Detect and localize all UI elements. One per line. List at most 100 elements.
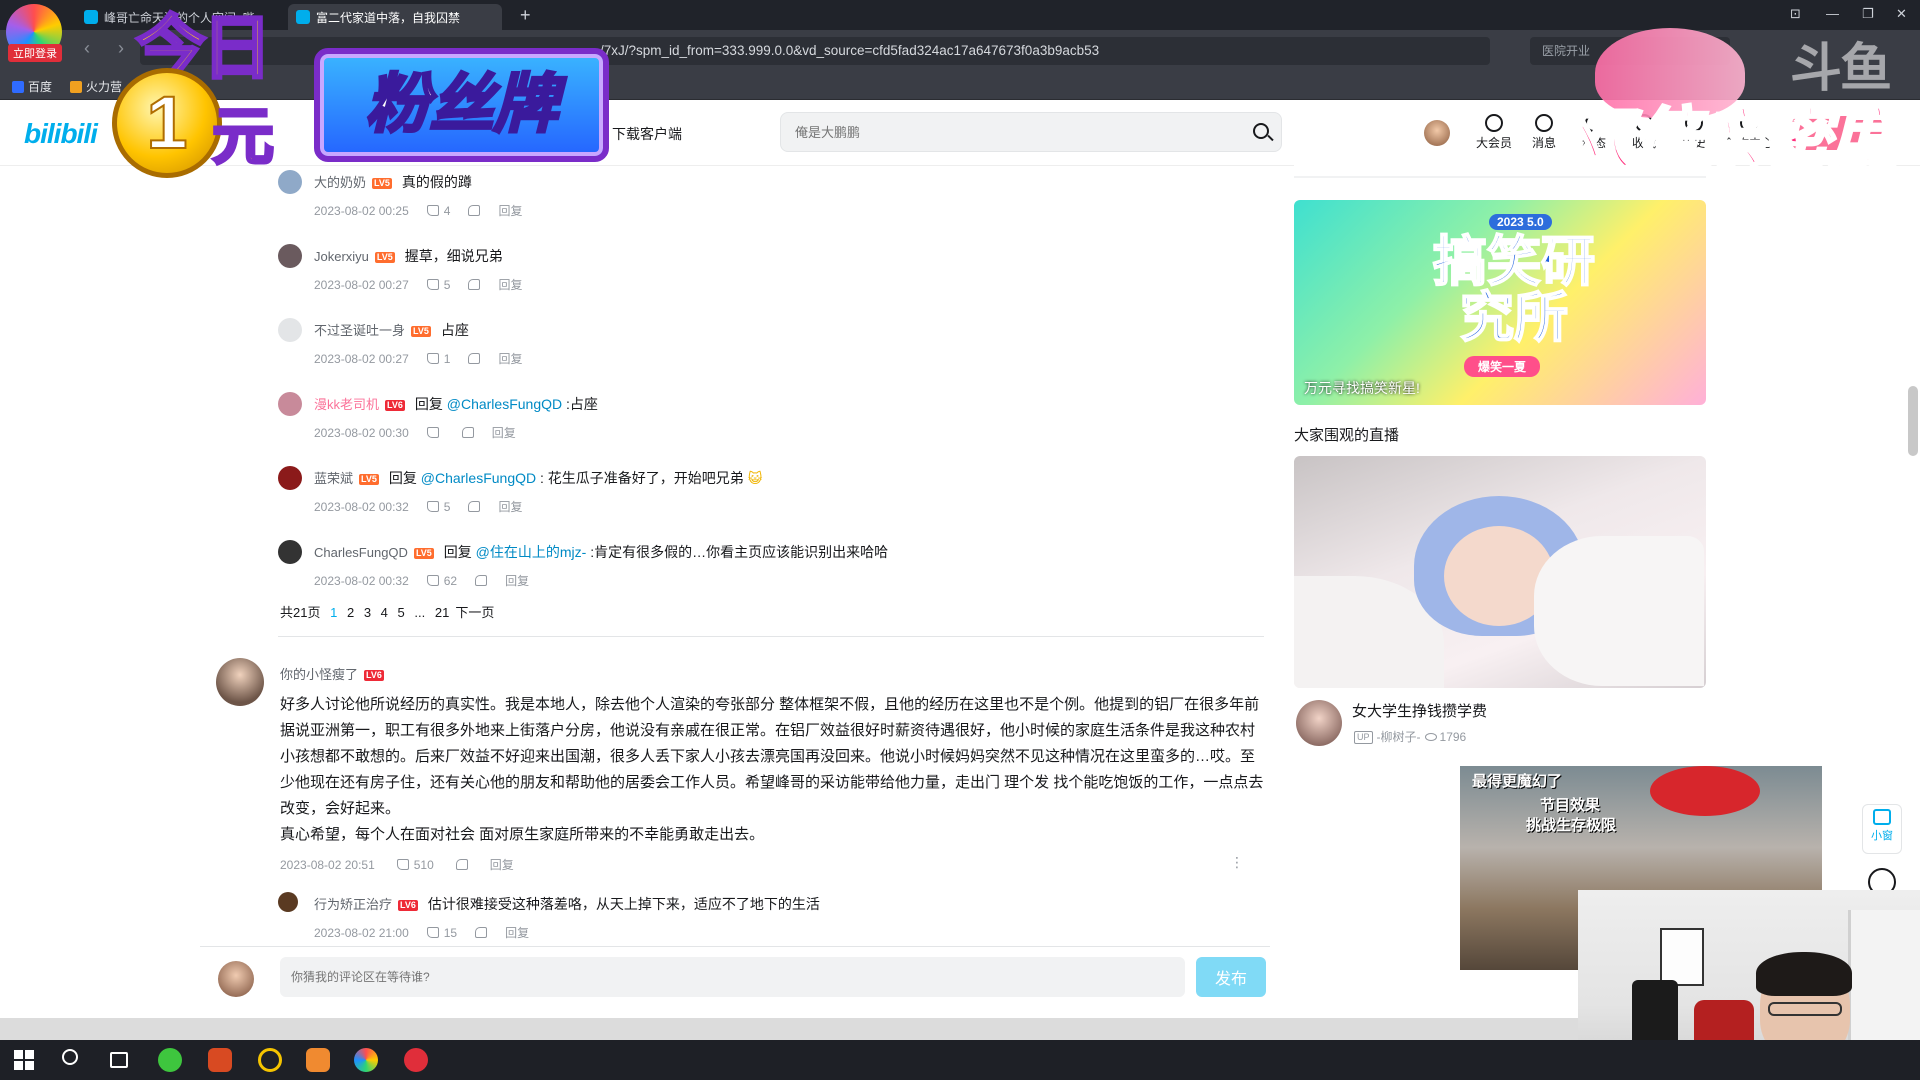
reply-button[interactable]: 回复 (490, 858, 514, 872)
thumb-down-icon (468, 279, 481, 290)
nav-download-client[interactable]: 下载客户端 (612, 124, 682, 144)
reply-username[interactable]: 漫kk老司机 (314, 397, 379, 412)
live-heading: 大家围观的直播 (1294, 427, 1400, 444)
app-icon-ring[interactable] (258, 1048, 282, 1072)
browser-icon[interactable] (354, 1048, 378, 1072)
header-vip[interactable]: 大会员 (1472, 114, 1516, 151)
app-icon-green[interactable] (158, 1048, 182, 1072)
comment-input[interactable] (280, 957, 1185, 997)
app-icon-orange[interactable] (306, 1048, 330, 1072)
reply-button[interactable]: 回复 (498, 278, 522, 292)
weibo-icon[interactable] (404, 1048, 428, 1072)
reply-username[interactable]: 大的奶奶 (314, 175, 366, 190)
reply-date: 2023-08-02 00:32 (314, 500, 409, 514)
comment-section: 大的奶奶 LV5 真的假的蹲 2023-08-02 00:25 4 回复 Jokerxi… (200, 166, 1270, 946)
streamer-avatar[interactable] (1296, 700, 1342, 746)
reply-prefix: 回复 (443, 544, 472, 560)
dislike-button[interactable] (468, 278, 481, 292)
avatar[interactable] (278, 244, 302, 268)
reply-text: :肯定有很多假的…你看主页应该能识别出来哈哈 (586, 544, 889, 560)
like-button[interactable]: 1 (426, 352, 450, 366)
back-icon[interactable]: ‹ (84, 38, 90, 59)
pager-page[interactable]: 1 (330, 605, 337, 620)
like-button[interactable]: 5 (426, 500, 450, 514)
live-thumbnail[interactable] (1294, 456, 1706, 688)
comment-composer: 发布 (200, 946, 1270, 1008)
dislike-button[interactable] (475, 574, 488, 588)
avatar[interactable] (278, 892, 298, 912)
reply-pager: 共21页 1 2 3 4 5 ... 21 下一页 (280, 602, 500, 621)
reply-username[interactable]: 不过圣诞吐一身 (314, 323, 405, 338)
reply-button[interactable]: 回复 (505, 926, 529, 940)
fan-badge-promo-overlay: 今日 1 元 粉丝牌 (112, 11, 612, 178)
more-options-icon[interactable]: ⋮ (1230, 854, 1244, 871)
reply-button[interactable]: 回复 (505, 574, 529, 588)
pager-page[interactable]: 5 (398, 605, 405, 620)
like-button[interactable] (426, 426, 444, 440)
reply-username[interactable]: 行为矫正治疗 (314, 897, 392, 912)
reply-button[interactable]: 回复 (498, 500, 522, 514)
dislike-button[interactable] (475, 926, 488, 940)
mini-window-button[interactable]: 小窗 (1862, 804, 1902, 854)
like-button[interactable]: 15 (426, 926, 457, 940)
login-label: 立即登录 (8, 44, 62, 62)
search-icon[interactable] (1253, 123, 1269, 139)
app-icon-bird[interactable] (208, 1048, 232, 1072)
avatar[interactable] (278, 392, 302, 416)
promo-banner[interactable]: 2023 5.0 搞笑研究所 爆笑一夏 万元寻找搞笑新星! (1294, 200, 1706, 405)
avatar[interactable] (278, 170, 302, 194)
avatar[interactable] (278, 318, 302, 342)
bilibili-logo[interactable]: bilibili (24, 118, 98, 150)
streamer-name[interactable]: -柳树子- (1377, 730, 1421, 744)
comment-paragraph: 真心希望，每个人在面对社会 面对原生家庭所带来的不幸能勇敢走出去。 (280, 826, 765, 843)
pager-page[interactable]: 21 (435, 605, 449, 620)
dislike-button[interactable] (461, 426, 474, 440)
dislike-button[interactable] (455, 858, 468, 872)
like-button[interactable]: 4 (426, 204, 450, 218)
reply-username[interactable]: 蓝荣斌 (314, 471, 353, 486)
avatar[interactable] (278, 466, 302, 490)
reply-username[interactable]: Jokerxiyu (314, 249, 369, 264)
thumb-down-icon (468, 501, 481, 512)
level-badge: LV5 (374, 252, 395, 263)
comment-meta: 2023-08-02 20:51 510 回复 (280, 856, 536, 873)
mention-link[interactable]: @CharlesFungQD (421, 470, 536, 486)
bookmark-baidu[interactable]: 百度 (12, 78, 52, 95)
dislike-button[interactable] (468, 352, 481, 366)
level-badge: LV5 (413, 548, 434, 559)
vip-icon (1485, 114, 1503, 132)
reply-button[interactable]: 回复 (498, 204, 522, 218)
reply-button[interactable]: 回复 (492, 426, 516, 440)
user-avatar[interactable] (1424, 120, 1450, 146)
mention-link[interactable]: @住在山上的mjz- (476, 544, 587, 560)
page-scrollbar[interactable] (1908, 386, 1918, 456)
reply-prefix: 回复 (388, 470, 417, 486)
dislike-button[interactable] (468, 204, 481, 218)
pager-page[interactable]: 4 (381, 605, 388, 620)
reply-username[interactable]: CharlesFungQD (314, 545, 408, 560)
post-button[interactable]: 发布 (1196, 957, 1266, 997)
pager-next[interactable]: 下一页 (455, 605, 494, 620)
comment-body: 好多人讨论他所说经历的真实性。我是本地人，除去他个人渲染的夸张部分 整体框架不假… (280, 692, 1265, 848)
pager-page[interactable]: 3 (364, 605, 371, 620)
pager-page[interactable]: 2 (347, 605, 354, 620)
dislike-button[interactable] (468, 500, 481, 514)
live-title[interactable]: 女大学生挣钱攒学费 (1352, 700, 1487, 721)
search-input[interactable] (795, 121, 1215, 143)
fire-icon (70, 80, 82, 93)
task-view-icon[interactable] (110, 1052, 128, 1068)
reply-button[interactable]: 回复 (498, 352, 522, 366)
like-button[interactable]: 510 (396, 858, 434, 872)
mention-link[interactable]: @CharlesFungQD (447, 396, 562, 412)
comment-username[interactable]: 你的小怪瘦了 (280, 667, 358, 682)
search-icon[interactable] (62, 1049, 78, 1065)
mini-window-icon (1873, 809, 1891, 825)
login-badge[interactable]: 立即登录 (6, 4, 62, 62)
thumb-up-icon (426, 575, 439, 586)
windows-start-icon[interactable] (14, 1050, 34, 1070)
like-button[interactable]: 5 (426, 278, 450, 292)
like-button[interactable]: 62 (426, 574, 457, 588)
avatar[interactable] (278, 540, 302, 564)
avatar[interactable] (216, 658, 264, 706)
eye-icon (1424, 733, 1437, 741)
